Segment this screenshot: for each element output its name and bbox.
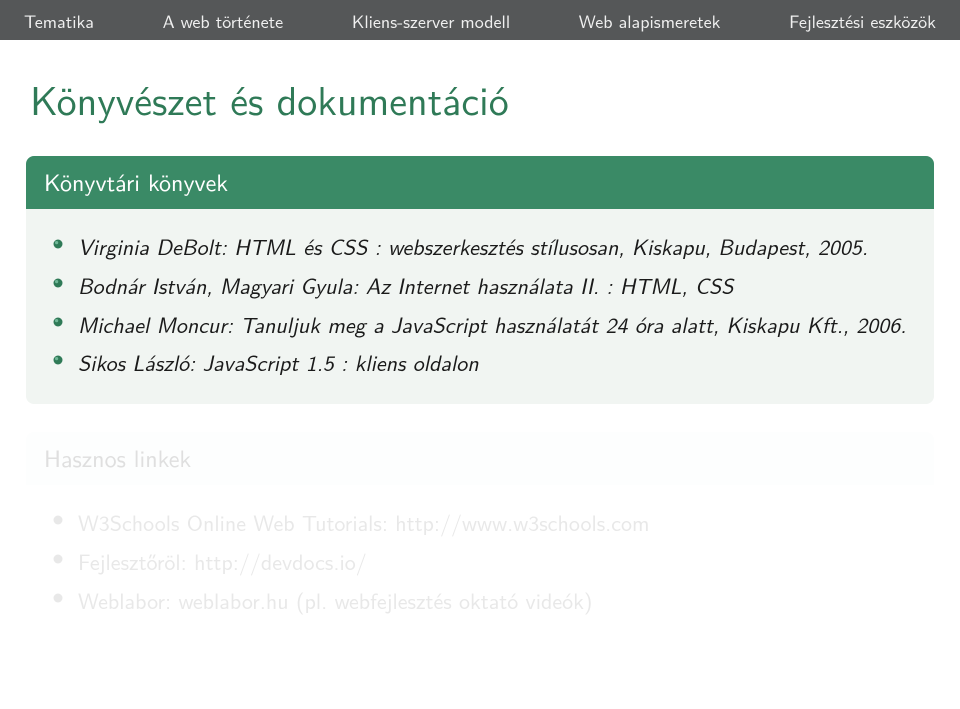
nav-item-kliens-szerver[interactable]: Kliens-szerver modell: [352, 7, 510, 34]
block-books-body: Virginia DeBolt: HTML és CSS : webszerke…: [26, 209, 934, 404]
list-item: Sikos László: JavaScript 1.5 : kliens ol…: [52, 347, 908, 378]
block-links: Hasznos linkek W3Schools Online Web Tuto…: [26, 432, 934, 641]
list-item: W3Schools Online Web Tutorials: http://w…: [52, 507, 908, 538]
item-text: Fejlesztőröl: http://devdocs.io/: [70, 546, 908, 577]
bullet-icon: [52, 277, 70, 301]
nav-item-fejlesztesi-eszkozok[interactable]: Fejlesztési eszközök: [789, 7, 936, 34]
bullet-icon: [52, 514, 70, 538]
list-item: Virginia DeBolt: HTML és CSS : webszerke…: [52, 231, 908, 262]
bullet-icon: [52, 354, 70, 378]
block-books-header: Könyvtári könyvek: [26, 156, 934, 209]
nav-item-web-tortenete[interactable]: A web története: [163, 7, 284, 34]
list-item: Michael Moncur: Tanuljuk meg a JavaScrip…: [52, 309, 908, 340]
bullet-icon: [52, 592, 70, 616]
bullet-icon: [52, 316, 70, 340]
block-links-header: Hasznos linkek: [26, 432, 934, 485]
page-title: Könyvészet és dokumentáció: [30, 70, 960, 128]
block-links-body: W3Schools Online Web Tutorials: http://w…: [26, 485, 934, 641]
item-text: Virginia DeBolt: HTML és CSS : webszerke…: [70, 231, 908, 262]
item-text: W3Schools Online Web Tutorials: http://w…: [70, 507, 908, 538]
bullet-icon: [52, 553, 70, 577]
item-text: Bodnár István, Magyari Gyula: Az Interne…: [70, 270, 908, 301]
item-text: Weblabor: weblabor.hu (pl. webfejlesztés…: [70, 585, 908, 616]
nav-item-tematika[interactable]: Tematika: [24, 7, 94, 34]
item-text: Sikos László: JavaScript 1.5 : kliens ol…: [70, 347, 908, 378]
list-item: Fejlesztőröl: http://devdocs.io/: [52, 546, 908, 577]
bullet-icon: [52, 238, 70, 262]
list-item: Bodnár István, Magyari Gyula: Az Interne…: [52, 270, 908, 301]
list-item: Weblabor: weblabor.hu (pl. webfejlesztés…: [52, 585, 908, 616]
item-text: Michael Moncur: Tanuljuk meg a JavaScrip…: [70, 309, 908, 340]
block-books: Könyvtári könyvek Virginia DeBolt: HTML …: [26, 156, 934, 404]
nav-item-web-alapismeretek[interactable]: Web alapismeretek: [579, 7, 721, 34]
nav-bar: Tematika A web története Kliens-szerver …: [0, 0, 960, 40]
